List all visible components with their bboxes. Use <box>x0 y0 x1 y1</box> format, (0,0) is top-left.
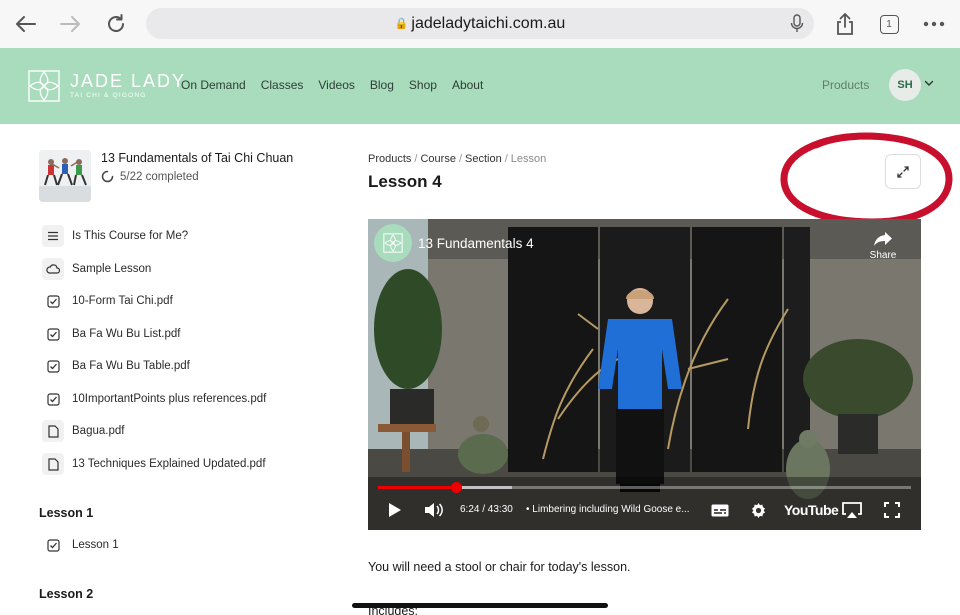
list-icon <box>42 225 64 247</box>
course-progress-text: 5/22 completed <box>120 170 199 183</box>
products-link[interactable]: Products <box>822 78 869 92</box>
red-annotation-circle <box>780 132 953 226</box>
sidebar-item-label: Ba Fa Wu Bu Table.pdf <box>72 360 190 372</box>
user-avatar[interactable]: SH <box>889 69 921 101</box>
channel-logo[interactable] <box>374 224 412 262</box>
checkbox-icon <box>42 323 64 345</box>
sidebar-item-label: Bagua.pdf <box>72 425 125 437</box>
sidebar-item-10-important-points[interactable]: 10ImportantPoints plus references.pdf <box>42 388 266 410</box>
logo-title: JADE LADY <box>70 71 187 91</box>
share-arrow-icon <box>874 232 892 246</box>
checkbox-icon <box>42 355 64 377</box>
document-icon <box>42 453 64 475</box>
lesson-description: You will need a stool or chair for today… <box>368 560 631 574</box>
back-button[interactable] <box>12 10 40 38</box>
sidebar-item-lesson-1[interactable]: Lesson 1 <box>42 534 119 556</box>
main-navigation: On Demand Classes Videos Blog Shop About <box>181 78 483 92</box>
video-progress-fill <box>378 486 457 489</box>
sidebar-item-label: 10ImportantPoints plus references.pdf <box>72 393 267 405</box>
sidebar-item-is-this-course-for-me[interactable]: Is This Course for Me? <box>42 225 188 247</box>
video-player[interactable]: 13 Fundamentals 4 Share 6:24 / 43:30 • L… <box>368 219 921 530</box>
forward-arrow-icon <box>60 16 80 32</box>
progress-spinner-icon <box>101 170 114 183</box>
video-chapter[interactable]: • Limbering including Wild Goose e... <box>526 504 690 515</box>
share-icon <box>837 13 853 35</box>
volume-icon[interactable] <box>424 501 444 519</box>
checkbox-icon <box>42 534 64 556</box>
sidebar-item-ba-fa-wu-bu-list[interactable]: Ba Fa Wu Bu List.pdf <box>42 323 180 345</box>
settings-gear-icon[interactable] <box>750 502 767 519</box>
fullscreen-icon[interactable] <box>884 502 900 518</box>
breadcrumb: Products / Course / Section / Lesson <box>368 153 547 165</box>
sidebar-item-10-form-pdf[interactable]: 10-Form Tai Chi.pdf <box>42 290 173 312</box>
document-icon <box>42 420 64 442</box>
video-progress-bar[interactable] <box>378 482 911 493</box>
sidebar-item-label: Lesson 1 <box>72 539 119 551</box>
microphone-icon[interactable] <box>790 14 804 33</box>
reload-icon <box>108 14 124 32</box>
nav-on-demand[interactable]: On Demand <box>181 78 246 92</box>
lotus-logo-icon <box>383 233 403 253</box>
forward-button[interactable] <box>56 10 84 38</box>
reload-button[interactable] <box>102 10 130 38</box>
sidebar-item-sample-lesson[interactable]: Sample Lesson <box>42 258 151 280</box>
video-title[interactable]: 13 Fundamentals 4 <box>418 236 534 251</box>
sidebar-item-ba-fa-wu-bu-table[interactable]: Ba Fa Wu Bu Table.pdf <box>42 355 190 377</box>
sidebar-item-label: 13 Techniques Explained Updated.pdf <box>72 458 266 470</box>
cloud-icon <box>42 258 64 280</box>
nav-about[interactable]: About <box>452 78 483 92</box>
tabs-button[interactable]: 1 <box>875 10 903 38</box>
airplay-icon[interactable] <box>842 502 862 519</box>
site-header: JADE LADY TAI CHI & QIGONG On Demand Cla… <box>0 48 960 124</box>
tab-count: 1 <box>879 14 899 34</box>
course-title[interactable]: 13 Fundamentals of Tai Chi Chuan <box>101 151 293 165</box>
checkbox-icon <box>42 290 64 312</box>
sidebar-item-label: Sample Lesson <box>72 263 152 275</box>
sidebar-item-label: Is This Course for Me? <box>72 230 189 242</box>
breadcrumb-products[interactable]: Products <box>368 153 411 165</box>
play-icon[interactable] <box>388 502 402 518</box>
breadcrumb-section[interactable]: Section <box>465 153 502 165</box>
video-share-button[interactable]: Share <box>867 231 899 261</box>
logo-subtitle: TAI CHI & QIGONG <box>70 92 147 99</box>
course-thumbnail <box>39 150 91 202</box>
youtube-logo[interactable]: YouTube <box>784 502 839 518</box>
lotus-logo-icon <box>28 70 60 102</box>
more-dots-icon <box>923 21 945 27</box>
subtitles-icon[interactable] <box>711 504 729 517</box>
video-share-label: Share <box>869 250 897 261</box>
chevron-down-icon[interactable] <box>924 79 934 87</box>
nav-blog[interactable]: Blog <box>370 78 394 92</box>
lock-icon: 🔒 <box>394 18 409 30</box>
section-heading-lesson-1: Lesson 1 <box>39 506 94 520</box>
sidebar-item-label: 10-Form Tai Chi.pdf <box>72 295 173 307</box>
address-bar[interactable]: 🔒 jadeladytaichi.com.au <box>146 8 814 39</box>
sidebar-item-label: Ba Fa Wu Bu List.pdf <box>72 328 181 340</box>
nav-classes[interactable]: Classes <box>261 78 304 92</box>
share-page-button[interactable] <box>831 10 859 38</box>
checkbox-icon <box>42 388 64 410</box>
url-text: jadeladytaichi.com.au <box>411 14 566 32</box>
video-controls: 6:24 / 43:30 • Limbering including Wild … <box>368 496 921 526</box>
page-title: Lesson 4 <box>368 172 442 191</box>
more-menu-button[interactable] <box>920 10 948 38</box>
sidebar-item-bagua-pdf[interactable]: Bagua.pdf <box>42 420 124 442</box>
browser-toolbar: 🔒 jadeladytaichi.com.au 1 <box>0 0 960 48</box>
nav-shop[interactable]: Shop <box>409 78 437 92</box>
site-logo[interactable]: JADE LADY TAI CHI & QIGONG <box>26 68 186 104</box>
section-heading-lesson-2: Lesson 2 <box>39 587 94 601</box>
course-thumbnail-image <box>39 150 91 202</box>
video-frame-image <box>368 219 921 530</box>
sidebar-item-13-techniques-pdf[interactable]: 13 Techniques Explained Updated.pdf <box>42 453 266 475</box>
video-time: 6:24 / 43:30 <box>460 504 513 515</box>
nav-videos[interactable]: Videos <box>318 78 354 92</box>
breadcrumb-lesson: Lesson <box>510 153 547 165</box>
home-indicator[interactable] <box>352 603 608 608</box>
back-arrow-icon <box>16 16 36 32</box>
breadcrumb-course[interactable]: Course <box>420 153 455 165</box>
course-progress: 5/22 completed <box>101 170 199 183</box>
